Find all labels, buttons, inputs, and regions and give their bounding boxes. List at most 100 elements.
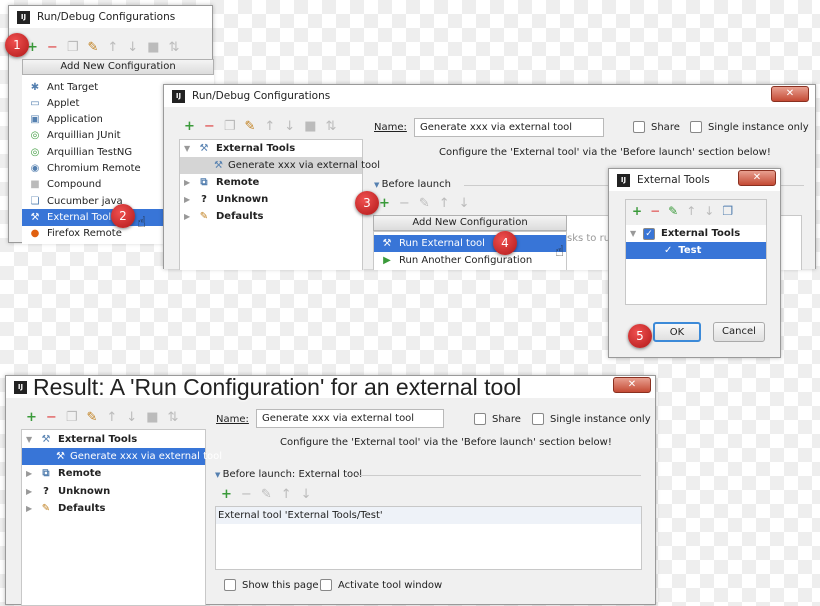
checkbox-icon[interactable]	[474, 413, 486, 425]
add-icon[interactable]: +	[184, 119, 195, 134]
tree-item-unknown[interactable]: ▶? Unknown	[22, 483, 205, 500]
item-label: Run External tool	[399, 238, 485, 249]
wrench-icon[interactable]: ✎	[87, 40, 98, 55]
wrench-icon[interactable]: ✎	[86, 410, 97, 425]
checkbox-icon[interactable]	[320, 579, 332, 591]
tree-item-unknown[interactable]: ▶? Unknown	[180, 191, 362, 208]
remove-icon[interactable]: −	[47, 40, 58, 55]
share-checkbox[interactable]: Share	[474, 413, 521, 425]
tree-item-remote[interactable]: ▶ ⧉ Remote	[180, 174, 362, 191]
tree-item-external-tools[interactable]: ▼ ⚒ External Tools	[180, 140, 362, 157]
name-input[interactable]: Generate xxx via external tool	[256, 409, 444, 428]
add-icon[interactable]: +	[221, 487, 232, 502]
sort-icon[interactable]: ⇅	[168, 40, 179, 55]
title-bar: IJ Run/Debug Configurations	[9, 6, 212, 28]
expand-arrow-icon[interactable]: ▼	[184, 144, 194, 153]
up-icon[interactable]: ↑	[106, 410, 117, 425]
up-icon[interactable]: ↑	[264, 119, 275, 134]
expand-arrow-icon[interactable]: ▶	[26, 469, 36, 478]
remove-icon[interactable]: −	[399, 196, 410, 211]
checkmark-icon[interactable]: ✓	[664, 245, 672, 256]
collapse-arrow-icon[interactable]: ▼	[374, 181, 382, 189]
menu-item-run-another[interactable]: ▶ Run Another Configuration	[374, 252, 566, 269]
menu-item-run-external-tool[interactable]: ⚒ Run External tool	[374, 235, 566, 252]
down-icon[interactable]: ↓	[704, 204, 714, 218]
ok-button[interactable]: OK	[653, 322, 701, 342]
up-icon[interactable]: ↑	[686, 204, 696, 218]
remove-icon[interactable]: −	[650, 204, 660, 218]
wrench-icon: ✎	[199, 211, 209, 222]
add-icon[interactable]: +	[26, 410, 37, 425]
expand-arrow-icon[interactable]: ▶	[26, 487, 36, 496]
before-launch-section[interactable]: ▼ Before launch: External tool	[215, 469, 362, 480]
expand-arrow-icon[interactable]: ▶	[26, 504, 36, 513]
down-icon[interactable]: ↓	[126, 410, 137, 425]
before-launch-section[interactable]: ▼ Before launch	[374, 179, 451, 190]
up-icon[interactable]: ↑	[281, 487, 292, 502]
copy-icon[interactable]: ❐	[224, 119, 236, 134]
expand-arrow-icon[interactable]: ▼	[26, 435, 36, 444]
expand-arrow-icon[interactable]: ▶	[184, 178, 194, 187]
down-icon[interactable]: ↓	[459, 196, 470, 211]
hand-cursor-icon: ☝	[137, 213, 147, 231]
wrench-icon[interactable]: ✎	[244, 119, 255, 134]
remove-icon[interactable]: −	[241, 487, 252, 502]
step-badge: 3	[355, 191, 379, 215]
tree-item-group[interactable]: ▼ ✓ External Tools	[626, 225, 766, 242]
down-icon[interactable]: ↓	[127, 40, 138, 55]
remove-icon[interactable]: −	[46, 410, 57, 425]
task-item[interactable]: External tool 'External Tools/Test'	[216, 507, 641, 524]
checkbox-icon[interactable]	[224, 579, 236, 591]
folder-icon[interactable]: ■	[304, 119, 316, 134]
edit-icon[interactable]: ✎	[419, 196, 430, 211]
close-button[interactable]: ✕	[613, 377, 651, 393]
down-icon[interactable]: ↓	[301, 487, 312, 502]
add-icon[interactable]: +	[632, 204, 642, 218]
name-input[interactable]: Generate xxx via external tool	[414, 118, 604, 137]
folder-icon[interactable]: ■	[146, 410, 158, 425]
tree-item-defaults[interactable]: ▶ ✎ Defaults	[180, 208, 362, 225]
cancel-button[interactable]: Cancel	[713, 322, 765, 342]
item-label: Generate xxx via external tool	[69, 451, 223, 462]
close-button[interactable]: ✕	[738, 170, 776, 186]
expand-arrow-icon[interactable]: ▶	[184, 195, 194, 204]
collapse-arrow-icon[interactable]: ▼	[215, 471, 223, 479]
show-page-checkbox[interactable]: Show this page	[224, 579, 319, 591]
tree-item-test[interactable]: ✓ Test	[626, 242, 766, 259]
checkbox-icon[interactable]	[633, 121, 645, 133]
up-icon[interactable]: ↑	[107, 40, 118, 55]
item-label: Firefox Remote	[47, 228, 122, 239]
tree-item-generate[interactable]: ⚒ Generate xxx via external tool	[180, 157, 380, 174]
copy-icon[interactable]: ❐	[67, 40, 79, 55]
copy-icon[interactable]: ❐	[66, 410, 78, 425]
expand-arrow-icon[interactable]: ▼	[630, 229, 640, 238]
name-label: Name:	[216, 414, 249, 425]
tree-item-defaults[interactable]: ▶ ✎ Defaults	[22, 500, 205, 517]
name-label: Name:	[374, 122, 407, 133]
close-button[interactable]: ✕	[771, 86, 809, 102]
add-icon[interactable]: +	[379, 196, 390, 211]
checked-checkbox-icon[interactable]: ✓	[643, 227, 655, 240]
edit-icon[interactable]: ✎	[668, 204, 678, 218]
folder-icon[interactable]: ■	[147, 40, 159, 55]
share-checkbox[interactable]: Share	[633, 121, 680, 133]
checkbox-icon[interactable]	[690, 121, 702, 133]
tree-item-remote[interactable]: ▶ ⧉ Remote	[22, 465, 205, 482]
single-instance-checkbox[interactable]: Single instance only	[532, 413, 651, 425]
remote-icon: ⧉	[42, 468, 50, 479]
tree-item-generate-selected[interactable]: ⚒ Generate xxx via external tool	[22, 448, 222, 465]
copy-icon[interactable]: ❐	[722, 204, 733, 218]
toolbar: + − ❐ ✎ ↑ ↓ ■ ⇅	[27, 40, 179, 55]
down-icon[interactable]: ↓	[284, 119, 295, 134]
edit-icon[interactable]: ✎	[261, 487, 272, 502]
remote-icon: ⧉	[200, 177, 208, 188]
remove-icon[interactable]: −	[204, 119, 215, 134]
checkbox-icon[interactable]	[532, 413, 544, 425]
sort-icon[interactable]: ⇅	[167, 410, 178, 425]
sort-icon[interactable]: ⇅	[325, 119, 336, 134]
activate-tool-window-checkbox[interactable]: Activate tool window	[320, 579, 442, 591]
tree-item-external-tools[interactable]: ▼ ⚒ External Tools	[22, 431, 205, 448]
single-instance-checkbox[interactable]: Single instance only	[690, 121, 809, 133]
expand-arrow-icon[interactable]: ▶	[184, 212, 194, 221]
up-icon[interactable]: ↑	[439, 196, 450, 211]
